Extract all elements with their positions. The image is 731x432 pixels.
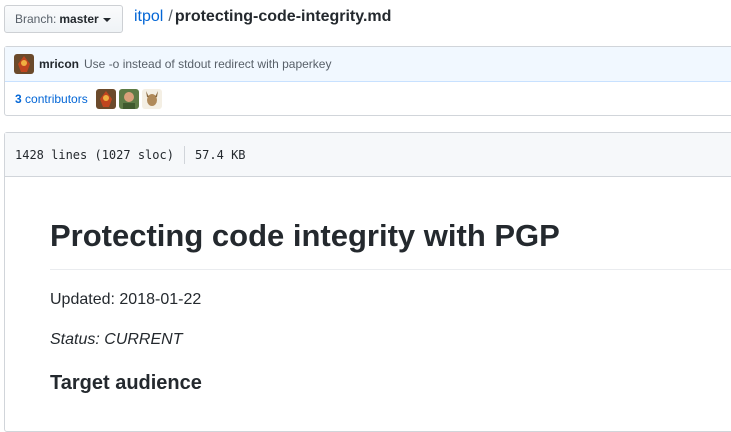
caret-down-icon	[102, 17, 111, 22]
commit-author-link[interactable]: mricon	[39, 57, 79, 71]
contributors-label: contributors	[25, 92, 88, 106]
document-title: Protecting code integrity with PGP	[50, 218, 731, 270]
updated-value: 2018-01-22	[119, 291, 202, 308]
updated-line: Updated: 2018-01-22	[50, 288, 731, 312]
file-line-count: 1428 lines (1027 sloc)	[15, 147, 174, 162]
updated-label: Updated:	[50, 291, 115, 308]
branch-value: master	[59, 12, 99, 26]
commit-message-link[interactable]: Use -o instead of stdout redirect with p…	[84, 57, 331, 71]
status-line: Status: CURRENT	[50, 328, 731, 352]
branch-selector-button[interactable]: Branch: master	[4, 5, 123, 33]
branch-label: Branch:	[15, 12, 57, 26]
latest-commit-row: mricon Use -o instead of stdout redirect…	[5, 47, 731, 82]
status-label: Status:	[50, 331, 100, 348]
contributor-avatar-1[interactable]	[95, 89, 116, 109]
breadcrumb-repo-link[interactable]: itpol	[134, 8, 163, 25]
contributors-count: 3	[15, 92, 22, 106]
contributor-avatar-2[interactable]	[118, 89, 139, 109]
contributors-link[interactable]: 3 contributors	[15, 92, 88, 106]
file-size: 57.4 KB	[194, 147, 246, 162]
breadcrumb-file-name: protecting-code-integrity.md	[174, 8, 392, 25]
breadcrumb-separator: /	[168, 8, 173, 25]
mricon-avatar[interactable]	[14, 54, 34, 74]
status-value: CURRENT	[104, 331, 183, 348]
contributor-avatar-3[interactable]	[141, 89, 162, 109]
contributors-row: 3 contributors	[5, 82, 731, 116]
file-info-bar: 1428 lines (1027 sloc) 57.4 KB	[5, 133, 731, 177]
file-view: 1428 lines (1027 sloc) 57.4 KB Protectin…	[4, 132, 731, 432]
commit-info-box: mricon Use -o instead of stdout redirect…	[4, 46, 731, 116]
markdown-body: Protecting code integrity with PGP Updat…	[50, 218, 731, 395]
contributor-avatars	[95, 89, 165, 109]
section-heading-target-audience: Target audience	[50, 372, 202, 394]
file-info-divider	[183, 145, 185, 164]
breadcrumb: itpol / protecting-code-integrity.md	[134, 8, 391, 26]
